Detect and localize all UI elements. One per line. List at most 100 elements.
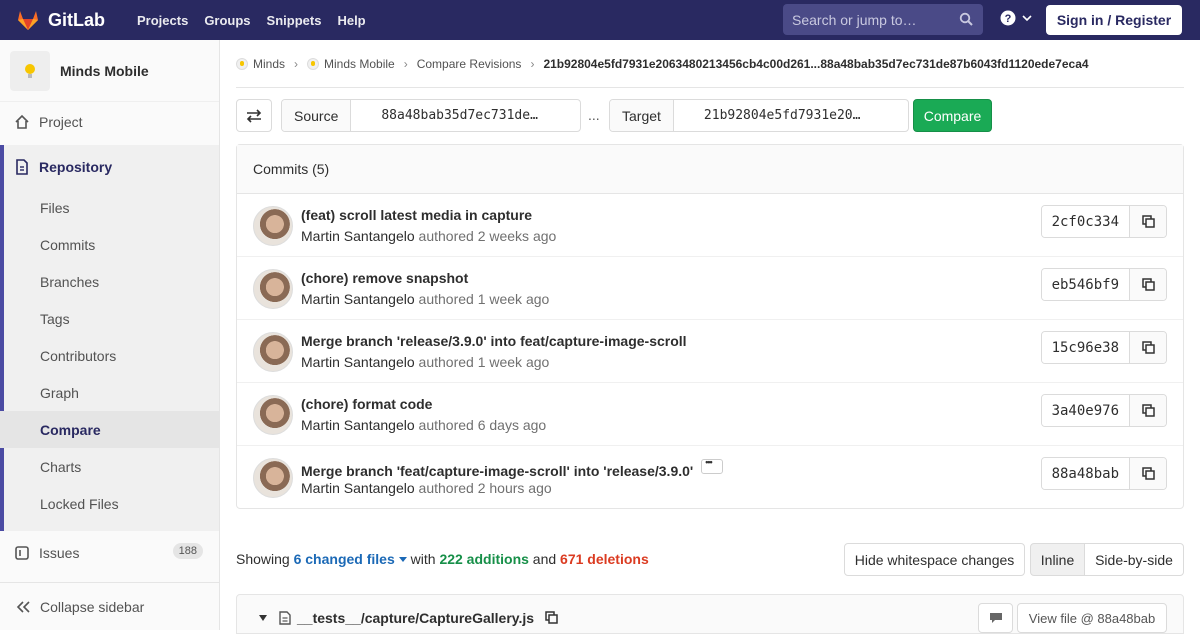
breadcrumb-label: Minds — [253, 56, 286, 71]
sidebar-item-contributors[interactable]: Contributors — [0, 337, 219, 374]
sidebar-item-repository[interactable]: Repository — [0, 147, 219, 187]
breadcrumb-compare-revisions[interactable]: Compare Revisions — [417, 57, 522, 71]
commit-title[interactable]: Merge branch 'feat/capture-image-scroll'… — [301, 463, 693, 479]
commit-time: 2 hours ago — [477, 480, 552, 496]
sidebar-item-project[interactable]: Project — [0, 102, 219, 142]
nav-groups[interactable]: Groups — [204, 13, 250, 28]
commit-title-wrap: Merge branch 'feat/capture-image-scroll'… — [301, 457, 724, 479]
commit-title[interactable]: (feat) scroll latest media in capture — [301, 207, 532, 223]
commit-author[interactable]: Martin Santangelo — [301, 480, 415, 496]
changed-files-dropdown[interactable]: 6 changed files — [294, 551, 407, 567]
target-revision[interactable]: Target 21b92804e5fd7931e20… — [609, 99, 909, 132]
with-label: with — [410, 551, 436, 567]
commit-sha[interactable]: eb546bf9 — [1041, 269, 1130, 300]
brand-name: GitLab — [48, 9, 105, 30]
commit-time: 1 week ago — [477, 354, 550, 370]
commit-author[interactable]: Martin Santangelo — [301, 354, 415, 370]
avatar[interactable] — [253, 206, 293, 246]
collapse-sidebar-button[interactable]: Collapse sidebar — [0, 582, 219, 630]
avatar[interactable] — [253, 395, 293, 435]
sidebar-item-tags[interactable]: Tags — [0, 300, 219, 337]
sidebar-item-issues[interactable]: Issues 188 — [0, 533, 219, 573]
copy-sha-button[interactable] — [1130, 458, 1166, 489]
help-dropdown[interactable]: ? — [1000, 10, 1033, 26]
authored-label: authored — [418, 417, 474, 433]
sidebar-item-branches[interactable]: Branches — [0, 263, 219, 300]
sidebar-item-locked-files[interactable]: Locked Files — [0, 485, 219, 522]
commit-sha[interactable]: 2cf0c334 — [1041, 206, 1130, 237]
expand-description-button[interactable] — [701, 457, 724, 474]
commit-author[interactable]: Martin Santangelo — [301, 417, 415, 433]
copy-sha-button[interactable] — [1130, 269, 1166, 300]
commit-sha[interactable]: 3a40e976 — [1041, 395, 1130, 426]
commit-row: (feat) scroll latest media in capture Ma… — [237, 194, 1183, 257]
commit-title[interactable]: (chore) format code — [301, 396, 432, 412]
search-input[interactable]: Search or jump to… — [783, 4, 983, 35]
nav-projects[interactable]: Projects — [137, 13, 188, 28]
commit-row: (chore) remove snapshot Martin Santangel… — [237, 257, 1183, 320]
commit-sha-group: 3a40e976 — [1040, 394, 1167, 427]
sidebar-item-compare[interactable]: Compare — [0, 411, 219, 448]
question-circle-icon: ? — [1000, 10, 1016, 26]
copy-sha-button[interactable] — [1130, 395, 1166, 426]
hide-whitespace-button[interactable]: Hide whitespace changes — [844, 543, 1025, 576]
sidebar-project-header[interactable]: Minds Mobile — [0, 40, 219, 102]
nav-snippets[interactable]: Snippets — [267, 13, 322, 28]
avatar[interactable] — [253, 269, 293, 309]
gitlab-logo[interactable]: GitLab — [16, 0, 105, 40]
avatar[interactable] — [253, 332, 293, 372]
copy-sha-button[interactable] — [1130, 206, 1166, 237]
commit-sha-group: eb546bf9 — [1040, 268, 1167, 301]
source-revision[interactable]: Source 88a48bab35d7ec731de… — [281, 99, 581, 132]
chevron-down-icon — [1022, 15, 1032, 22]
commit-title[interactable]: (chore) remove snapshot — [301, 270, 468, 286]
commit-sha[interactable]: 88a48bab — [1041, 458, 1130, 489]
project-avatar — [10, 50, 50, 91]
copy-sha-button[interactable] — [1130, 332, 1166, 363]
sidebar-item-files[interactable]: Files — [0, 189, 219, 226]
copy-icon — [1141, 341, 1155, 354]
inline-view-button[interactable]: Inline — [1030, 543, 1085, 576]
nav-help[interactable]: Help — [337, 13, 365, 28]
commit-meta: Martin Santangelo authored 1 week ago — [301, 291, 549, 307]
deletions-count: 671 deletions — [560, 551, 649, 567]
compare-button[interactable]: Compare — [913, 99, 992, 132]
comment-button[interactable] — [978, 603, 1013, 633]
commit-row: Merge branch 'release/3.9.0' into feat/c… — [237, 320, 1183, 383]
commit-author[interactable]: Martin Santangelo — [301, 291, 415, 307]
chevron-right-icon: › — [530, 56, 535, 71]
commit-author[interactable]: Martin Santangelo — [301, 228, 415, 244]
copy-path-icon[interactable] — [545, 611, 558, 624]
commits-panel: Commits (5) (feat) scroll latest media i… — [236, 144, 1184, 509]
commit-time: 6 days ago — [477, 417, 547, 433]
view-file-button[interactable]: View file @ 88a48bab — [1017, 603, 1167, 633]
caret-down-icon — [398, 557, 407, 562]
source-revision-dropdown[interactable]: 88a48bab35d7ec731de… — [351, 100, 552, 131]
avatar[interactable] — [253, 458, 293, 498]
and-label: and — [532, 551, 557, 567]
commit-row: (chore) format code Martin Santangelo au… — [237, 383, 1183, 446]
sign-in-button[interactable]: Sign in / Register — [1046, 5, 1182, 35]
target-label: Target — [610, 100, 674, 131]
sidebar: Minds Mobile Project Repository Files Co… — [0, 40, 220, 630]
commit-sha-group: 2cf0c334 — [1040, 205, 1167, 238]
side-by-side-view-button[interactable]: Side-by-side — [1084, 543, 1184, 576]
sidebar-item-commits[interactable]: Commits — [0, 226, 219, 263]
swap-revisions-button[interactable] — [236, 99, 272, 132]
sidebar-item-label: Project — [39, 114, 83, 130]
target-revision-dropdown[interactable]: 21b92804e5fd7931e20… — [674, 100, 875, 131]
collapse-file-icon[interactable] — [259, 615, 267, 621]
file-path[interactable]: __tests__/capture/CaptureGallery.js — [297, 610, 534, 626]
chevron-right-icon: › — [294, 56, 299, 71]
commit-sha[interactable]: 15c96e38 — [1041, 332, 1130, 363]
breadcrumb: Minds › Minds Mobile › Compare Revisions… — [236, 40, 1184, 88]
diff-summary: Showing 6 changed files with 222 additio… — [236, 551, 649, 567]
sidebar-item-charts[interactable]: Charts — [0, 448, 219, 485]
project-name: Minds Mobile — [60, 62, 149, 79]
breadcrumb-minds[interactable]: Minds — [236, 57, 285, 71]
breadcrumb-current[interactable]: 21b92804e5fd7931e2063480213456cb4c00d261… — [543, 57, 1088, 71]
commit-title[interactable]: Merge branch 'release/3.9.0' into feat/c… — [301, 333, 687, 349]
breadcrumb-minds-mobile[interactable]: Minds Mobile — [307, 57, 395, 71]
sidebar-item-graph[interactable]: Graph — [0, 374, 219, 411]
issues-icon — [15, 546, 29, 560]
